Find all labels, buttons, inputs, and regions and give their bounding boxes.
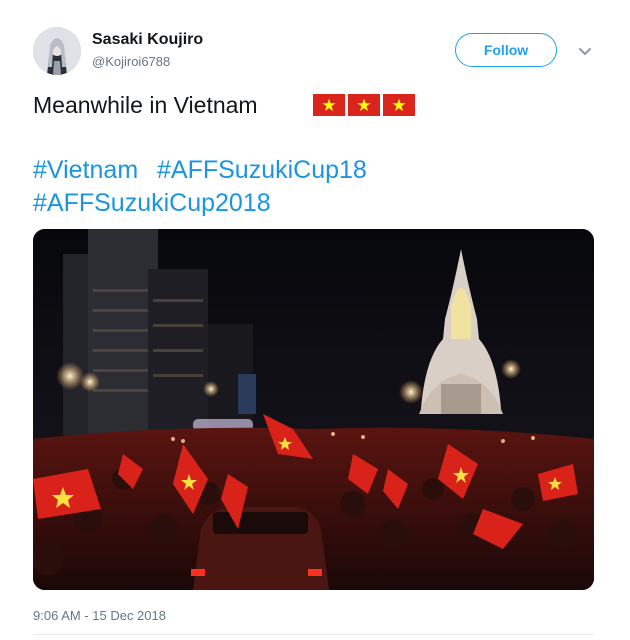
hashtag-link[interactable]: #AFFSuzukiCup2018	[33, 189, 271, 218]
vietnam-flag-icon	[348, 94, 380, 116]
hashtag-link[interactable]: #AFFSuzukiCup18	[157, 156, 367, 185]
tweet-timestamp[interactable]: 9:06 AM - 15 Dec 2018	[33, 608, 166, 623]
follow-button[interactable]: Follow	[455, 33, 557, 67]
tweet-text: Meanwhile in Vietnam	[33, 92, 258, 118]
vietnam-flag-icon	[313, 94, 345, 116]
tweet-photo[interactable]	[33, 229, 594, 590]
hashtag-link[interactable]: #Vietnam	[33, 156, 138, 185]
user-handle[interactable]: @Kojiroi6788	[92, 54, 170, 69]
tweet-card: Sasaki Koujiro @Kojiroi6788 Follow Meanw…	[0, 0, 630, 640]
avatar[interactable]	[33, 27, 81, 75]
flag-emoji-group	[313, 94, 418, 116]
chevron-down-icon[interactable]	[578, 44, 592, 55]
divider	[33, 634, 594, 635]
display-name[interactable]: Sasaki Koujiro	[92, 31, 203, 49]
vietnam-flag-icon	[383, 94, 415, 116]
